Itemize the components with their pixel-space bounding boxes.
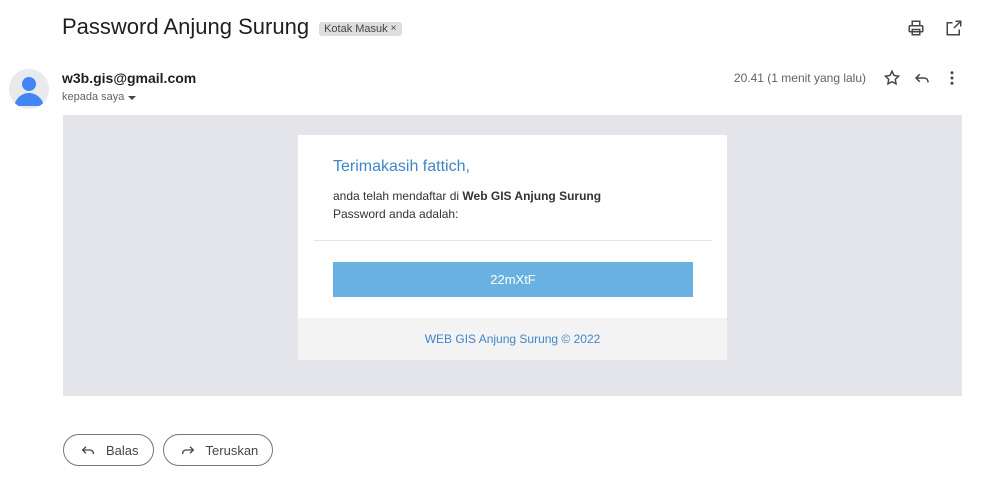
registration-text: anda telah mendaftar di Web GIS Anjung S… [333, 189, 601, 203]
chevron-down-icon [128, 96, 137, 100]
reply-button-label: Balas [106, 442, 139, 458]
reply-icon[interactable] [912, 68, 932, 88]
forward-button-label: Teruskan [205, 442, 259, 458]
email-subject: Password Anjung Surung [62, 14, 310, 39]
email-body-background: Terimakasih fattich, anda telah mendafta… [63, 115, 962, 396]
remove-label-icon[interactable]: × [391, 23, 397, 34]
card-footer: WEB GIS Anjung Surung © 2022 [298, 318, 727, 360]
forward-icon [181, 446, 194, 454]
greeting: Terimakasih fattich, [333, 158, 470, 175]
subject-row: Password Anjung Surung Kotak Masuk × [62, 14, 402, 40]
more-vert-icon[interactable] [942, 68, 962, 88]
inbox-label-chip[interactable]: Kotak Masuk × [319, 21, 402, 36]
password-intro: Password anda adalah: [333, 207, 459, 221]
avatar-icon [9, 69, 49, 109]
recipient-label: kepada saya [62, 91, 125, 103]
thread-toolbar [906, 18, 964, 38]
open-in-new-window-icon[interactable] [944, 18, 964, 38]
sender-avatar[interactable] [9, 69, 49, 109]
site-name: Web GIS Anjung Surung [462, 189, 602, 203]
reply-icon [81, 446, 94, 454]
reply-button[interactable]: Balas [63, 434, 154, 466]
sender-email[interactable]: w3b.gis@gmail.com [62, 70, 196, 86]
password-box: 22mXtF [333, 262, 693, 297]
reply-actions: Balas Teruskan [63, 434, 274, 466]
card-divider [314, 240, 712, 241]
recipient-details-toggle[interactable]: kepada saya [62, 91, 137, 103]
registration-text-prefix: anda telah mendaftar di [333, 189, 463, 203]
message-meta: 20.41 (1 menit yang lalu) [734, 68, 962, 88]
email-card: Terimakasih fattich, anda telah mendafta… [298, 135, 727, 360]
star-icon[interactable] [882, 68, 902, 88]
inbox-label-text: Kotak Masuk [324, 22, 388, 35]
print-icon[interactable] [906, 18, 926, 38]
forward-button[interactable]: Teruskan [162, 434, 274, 466]
timestamp: 20.41 (1 menit yang lalu) [733, 71, 866, 85]
